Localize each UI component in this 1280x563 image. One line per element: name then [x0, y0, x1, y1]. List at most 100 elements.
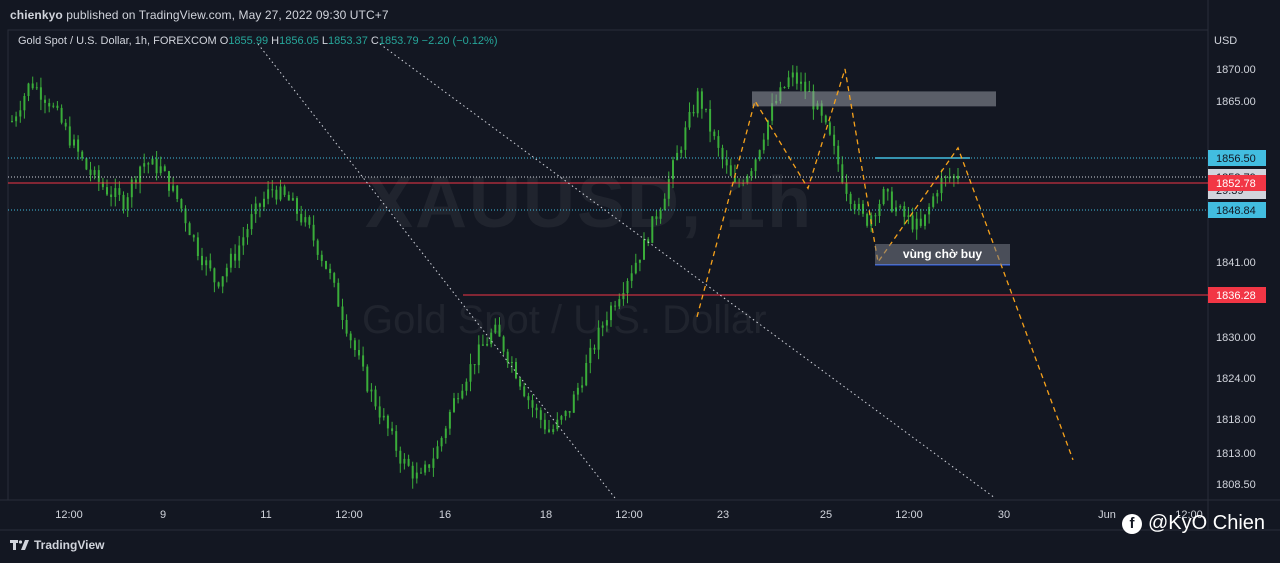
candle-body — [473, 364, 476, 366]
candle-body — [911, 215, 914, 230]
candle-body — [436, 446, 439, 459]
candle-body — [180, 199, 183, 209]
candle-body — [329, 268, 332, 273]
candle-body — [60, 107, 63, 123]
candle-body — [428, 464, 431, 468]
candle-body — [31, 83, 34, 89]
candle-body — [271, 189, 274, 191]
candle-body — [899, 206, 902, 208]
candle-body — [349, 333, 352, 341]
candle-body — [837, 145, 840, 165]
candle-body — [134, 179, 137, 183]
candle-body — [407, 458, 410, 466]
buy-zone-label[interactable]: vùng chờ buy — [875, 244, 1010, 265]
candle-body — [713, 131, 716, 137]
candle-body — [93, 170, 96, 175]
candle-body — [440, 438, 443, 447]
candle-body — [494, 324, 497, 333]
candle-body — [283, 186, 286, 195]
candle-body — [250, 214, 253, 230]
candle-body — [857, 203, 860, 210]
candle-body — [378, 406, 381, 418]
time-tick-label: 16 — [439, 509, 451, 521]
candle-body — [700, 91, 703, 109]
price-tag-value: 1848.84 — [1216, 205, 1256, 217]
candle-body — [593, 347, 596, 350]
time-tick-label: 11 — [260, 509, 271, 521]
candle-body — [498, 324, 501, 337]
candle-body — [601, 325, 604, 328]
candle-body — [85, 158, 88, 170]
candle-body — [804, 81, 807, 92]
candle-body — [395, 431, 398, 451]
trendline-1 — [257, 43, 616, 499]
candle-body — [333, 273, 336, 283]
candle-body — [229, 253, 232, 268]
candle-body — [895, 207, 897, 212]
time-tick-label: 9 — [160, 509, 166, 521]
candle-body — [234, 253, 237, 261]
candle-body — [638, 259, 641, 263]
candle-body — [729, 165, 732, 176]
candle-body — [618, 299, 621, 307]
candle-body — [399, 450, 402, 464]
candle-body — [622, 293, 625, 300]
candle-body — [35, 87, 38, 89]
candle-body — [64, 122, 67, 127]
candle-body — [242, 237, 245, 246]
candle-body — [626, 281, 629, 294]
candle-body — [663, 198, 666, 211]
candle-body — [341, 306, 344, 320]
candle-body — [353, 340, 356, 350]
candle-body — [841, 164, 844, 183]
candle-body — [754, 159, 757, 172]
candle-body — [890, 191, 893, 212]
candle-body — [862, 203, 864, 214]
candle-body — [304, 217, 307, 223]
price-chart[interactable]: USD 1870.00 1865.00 1841.00 1830.00 1824.00 18… — [0, 0, 1280, 563]
candle-body — [56, 105, 59, 108]
author-credit[interactable]: f @KyO Chien — [1122, 512, 1265, 535]
price-tick-label: 1813.00 — [1216, 448, 1256, 460]
candle-body — [97, 170, 100, 182]
candle-body — [48, 103, 51, 107]
candle-body — [114, 188, 117, 197]
candle-group — [11, 65, 959, 489]
candle-body — [23, 96, 26, 111]
candle-body — [907, 215, 910, 217]
plot-area — [7, 29, 1209, 501]
price-tag-1836-28: 1836.28 — [1208, 287, 1266, 303]
candle-body — [539, 410, 542, 420]
candle-body — [655, 216, 658, 219]
candle-body — [630, 273, 633, 281]
candle-body — [279, 186, 282, 200]
candle-body — [386, 415, 389, 429]
candle-body — [672, 160, 674, 180]
tradingview-logo[interactable]: TradingView — [10, 538, 104, 552]
candle-body — [73, 139, 75, 146]
candle-body — [457, 398, 460, 400]
candle-body — [296, 198, 298, 214]
candle-body — [886, 189, 889, 192]
time-tick-label: Jun — [1098, 509, 1116, 521]
candle-body — [589, 347, 592, 363]
candle-body — [77, 139, 80, 152]
candle-body — [366, 366, 369, 392]
candle-body — [787, 77, 790, 87]
candle-body — [597, 327, 600, 350]
candle-body — [874, 215, 877, 217]
candle-body — [651, 216, 654, 243]
candle-body — [684, 127, 687, 150]
candle-body — [11, 121, 13, 123]
tradingview-brand: TradingView — [34, 538, 105, 552]
legend-symbol[interactable]: Gold Spot / U.S. Dollar, 1h, FOREXCOM — [18, 35, 217, 47]
candle-body — [556, 419, 559, 430]
candle-body — [139, 166, 142, 183]
candle-body — [444, 428, 447, 438]
candle-body — [515, 362, 517, 379]
candle-body — [833, 134, 836, 146]
price-tick-label: 1865.00 — [1216, 96, 1256, 108]
candle-body — [312, 224, 315, 241]
candle-body — [568, 411, 571, 413]
candle-body — [184, 208, 187, 224]
